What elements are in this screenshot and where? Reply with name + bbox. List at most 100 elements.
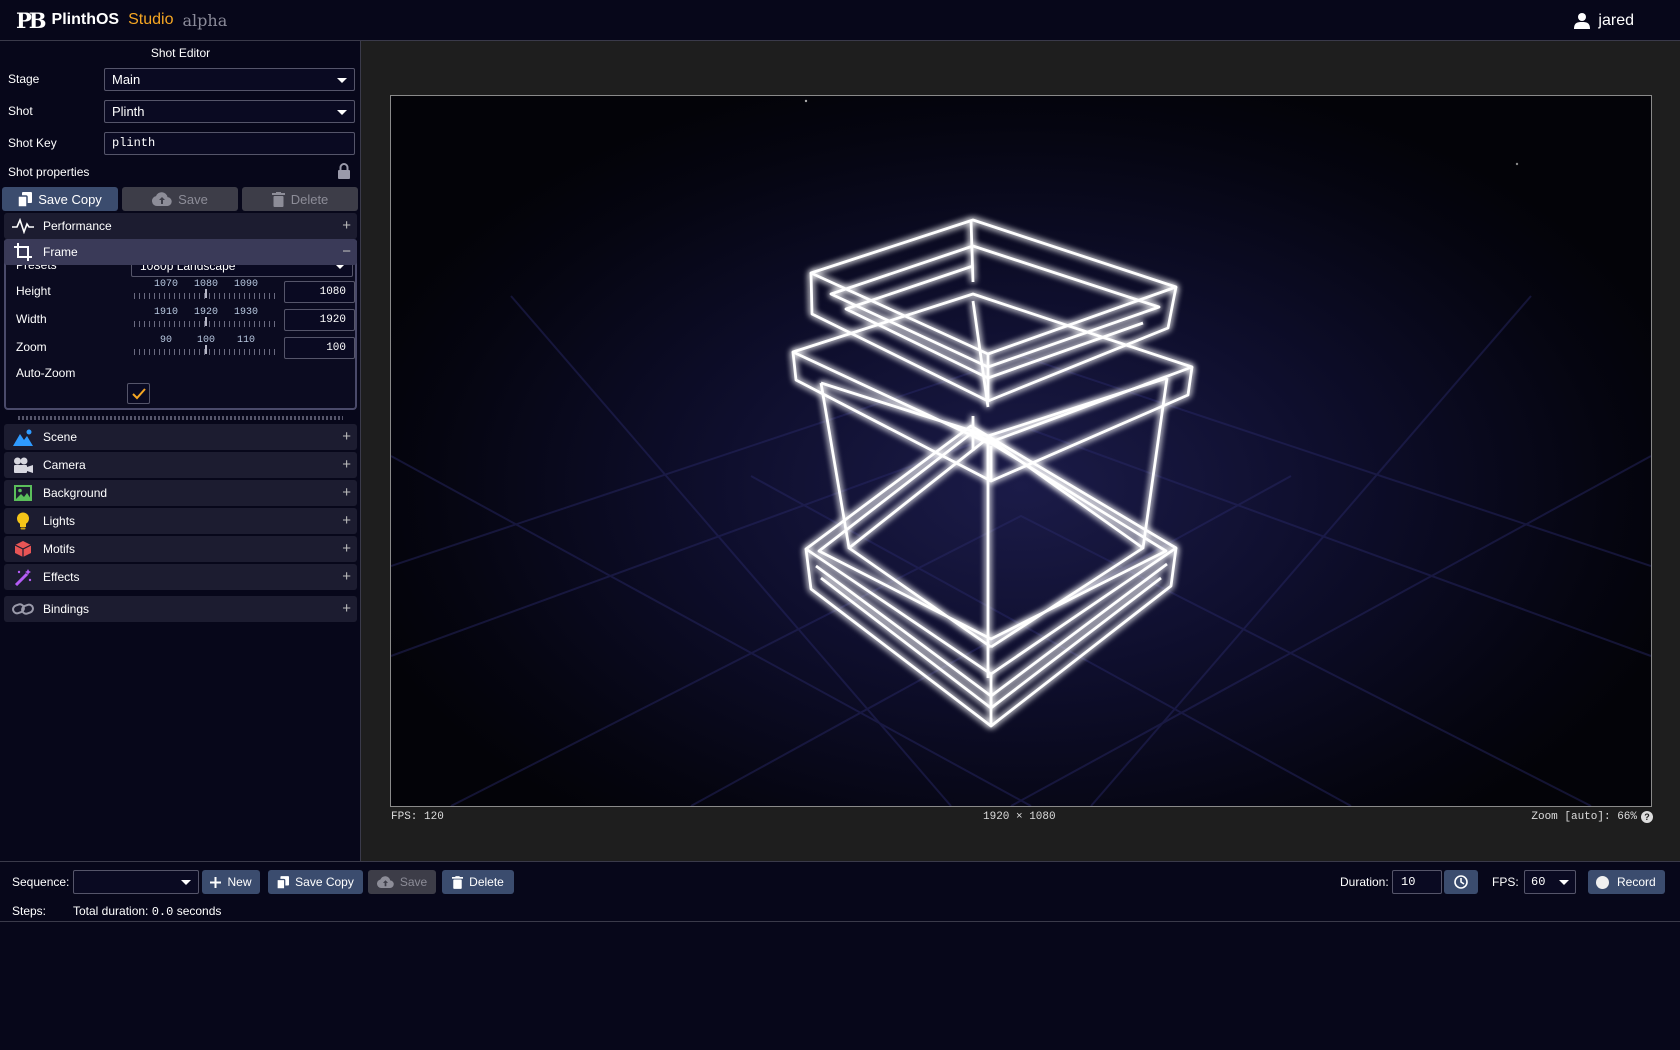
- expand-icon[interactable]: +: [342, 428, 351, 445]
- steps-label: Steps:: [12, 904, 47, 918]
- section-camera-label: Camera: [43, 458, 86, 472]
- record-button[interactable]: Record: [1588, 870, 1665, 894]
- render-preview: [391, 99, 1651, 806]
- clock-icon: [1454, 875, 1468, 889]
- expand-icon[interactable]: +: [342, 512, 351, 529]
- lightbulb-icon: [12, 512, 34, 530]
- image-icon: [12, 484, 34, 502]
- shot-key-input[interactable]: plinth: [104, 132, 355, 155]
- floor-grid: [391, 295, 1651, 806]
- sequence-save-copy-button[interactable]: Save Copy: [268, 870, 363, 894]
- resize-handle[interactable]: [18, 416, 343, 420]
- width-slider[interactable]: 1910 1920 1930: [134, 307, 278, 331]
- expand-icon[interactable]: +: [342, 456, 351, 473]
- tick-label: 1090: [233, 279, 259, 290]
- expand-icon[interactable]: +: [342, 568, 351, 585]
- section-frame[interactable]: Frame −: [4, 239, 357, 265]
- section-performance-label: Performance: [43, 219, 112, 233]
- help-icon[interactable]: ?: [1641, 811, 1653, 823]
- chevron-down-icon: [337, 110, 347, 115]
- fps-readout: FPS: 120: [391, 811, 444, 823]
- user-icon: [1574, 13, 1591, 29]
- delete-button[interactable]: Delete: [242, 187, 358, 211]
- zoom-label: Zoom: [16, 340, 47, 354]
- collapse-icon[interactable]: −: [342, 243, 351, 260]
- render-canvas[interactable]: [390, 95, 1652, 807]
- duration-clock-button[interactable]: [1444, 870, 1478, 894]
- zoom-slider[interactable]: 90 100 110: [134, 335, 278, 359]
- autozoom-checkbox[interactable]: [127, 383, 150, 404]
- total-duration-prefix: Total duration:: [73, 904, 149, 918]
- brand-name: PlinthOS: [51, 11, 120, 28]
- fps-select[interactable]: 60: [1524, 870, 1576, 894]
- save-button[interactable]: Save: [122, 187, 238, 211]
- chevron-down-icon: [181, 880, 191, 885]
- section-bindings[interactable]: Bindings +: [4, 596, 357, 622]
- plus-icon: [210, 876, 222, 888]
- stage-select[interactable]: Main: [104, 68, 355, 91]
- record-icon: [1596, 875, 1609, 889]
- tick-label: 1070: [153, 279, 179, 290]
- copy-icon: [18, 191, 33, 207]
- slider-thumb[interactable]: [205, 345, 207, 354]
- tick-label: 1910: [153, 307, 179, 318]
- wireframe-plinth: [791, 218, 1194, 728]
- save-copy-button[interactable]: Save Copy: [2, 187, 118, 211]
- expand-icon[interactable]: +: [342, 540, 351, 557]
- width-input[interactable]: 1920: [284, 309, 355, 331]
- total-duration: Total duration: 0.0 seconds: [73, 904, 221, 919]
- sequence-bar: Sequence: New Save Copy Save Delete Dura…: [0, 861, 1680, 1050]
- section-background[interactable]: Background +: [4, 480, 357, 506]
- frame-section-body: Presets 1080p Landscape Height 1070 1080…: [4, 241, 357, 410]
- section-performance[interactable]: Performance +: [4, 213, 357, 239]
- duration-input[interactable]: 10: [1392, 870, 1442, 894]
- sequence-select[interactable]: [73, 870, 199, 894]
- save-label: Save: [178, 191, 208, 207]
- brand-alpha-tag: alpha: [182, 10, 228, 30]
- lock-icon[interactable]: [337, 163, 351, 179]
- expand-icon[interactable]: +: [342, 217, 351, 234]
- section-motifs[interactable]: Motifs +: [4, 536, 357, 562]
- section-effects-label: Effects: [43, 570, 80, 584]
- section-lights[interactable]: Lights +: [4, 508, 357, 534]
- new-sequence-button[interactable]: New: [202, 870, 260, 894]
- expand-icon[interactable]: +: [342, 484, 351, 501]
- zoom-input[interactable]: 100: [284, 337, 355, 359]
- autozoom-label: Auto-Zoom: [16, 366, 76, 380]
- height-label: Height: [16, 284, 51, 298]
- divider: [0, 921, 1680, 922]
- chevron-down-icon: [337, 78, 347, 83]
- chevron-down-icon: [1559, 880, 1569, 885]
- tick-label: 110: [236, 335, 256, 346]
- plinthos-logo-icon: PB: [16, 7, 46, 33]
- shot-select[interactable]: Plinth: [104, 100, 355, 123]
- section-background-label: Background: [43, 486, 108, 500]
- save-copy-label: Save Copy: [38, 191, 102, 207]
- section-lights-label: Lights: [43, 514, 76, 528]
- section-scene-label: Scene: [43, 430, 78, 444]
- sequence-save-label: Save: [399, 875, 428, 889]
- logo[interactable]: PB PlinthOS Studio alpha: [16, 8, 227, 33]
- shot-label: Shot: [8, 104, 33, 118]
- expand-icon[interactable]: +: [342, 600, 351, 617]
- delete-label: Delete: [290, 191, 329, 207]
- shot-properties-label: Shot properties: [8, 165, 90, 179]
- sequence-label: Sequence:: [12, 875, 70, 889]
- sequence-save-button[interactable]: Save: [368, 870, 436, 894]
- user-menu[interactable]: jared: [1574, 0, 1634, 41]
- slider-thumb[interactable]: [205, 317, 207, 326]
- height-input[interactable]: 1080: [284, 281, 355, 303]
- section-effects[interactable]: Effects +: [4, 564, 357, 590]
- sequence-save-copy-label: Save Copy: [295, 875, 354, 889]
- sequence-delete-button[interactable]: Delete: [442, 870, 514, 894]
- brand-studio: Studio: [128, 11, 174, 28]
- total-duration-suffix: seconds: [176, 904, 222, 918]
- top-bar: PB PlinthOS Studio alpha jared: [0, 0, 1680, 41]
- slider-thumb[interactable]: [205, 289, 207, 298]
- height-slider[interactable]: 1070 1080 1090: [134, 279, 278, 303]
- section-camera[interactable]: Camera +: [4, 452, 357, 478]
- section-scene[interactable]: Scene +: [4, 424, 357, 450]
- crop-icon: [12, 243, 34, 261]
- duration-label: Duration:: [1340, 875, 1389, 889]
- panel-title: Shot Editor: [150, 46, 211, 60]
